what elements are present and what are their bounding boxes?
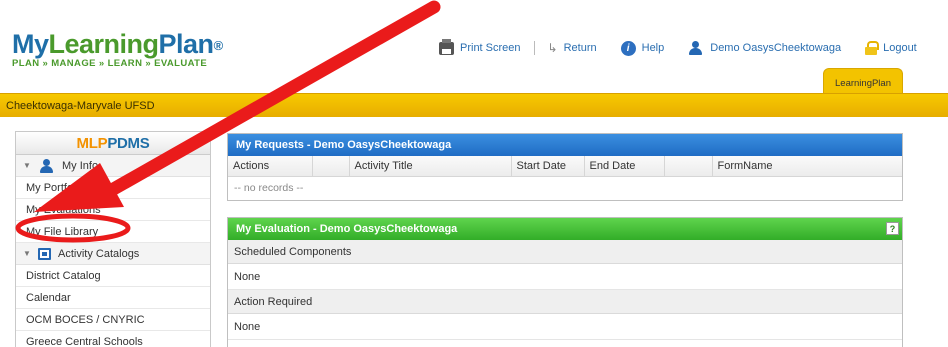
column-header[interactable] (664, 156, 713, 177)
user-name: Demo OasysCheektowaga (710, 42, 842, 54)
return-link[interactable]: ↳ Return (548, 42, 597, 54)
sidebar-section-activity-catalogs[interactable]: ▼ Activity Catalogs (16, 243, 210, 265)
panel-header: My Evaluation - Demo OasysCheektowaga ? (228, 218, 902, 240)
scheduled-components-header: Scheduled Components (228, 240, 902, 264)
organization-name: Cheektowaga-Maryvale UFSD (6, 99, 155, 112)
sidebar-item-my-portfolio[interactable]: My Portfolio (16, 177, 210, 199)
sidebar-brand-header: MLP PDMS (16, 132, 210, 155)
column-header[interactable]: FormName (712, 156, 902, 177)
sidebar: MLP PDMS ▼ My Info My Portfolio My Evalua… (15, 131, 211, 347)
table-row: -- no records -- (228, 176, 902, 200)
logo-tagline: PLAN » MANAGE » LEARN » EVALUATE (12, 58, 208, 69)
my-requests-panel: My Requests - Demo OasysCheektowaga Acti… (227, 133, 903, 201)
scheduled-components-value: None (228, 264, 902, 290)
column-header[interactable] (312, 156, 350, 177)
printer-icon (439, 38, 454, 55)
column-header[interactable]: End Date (584, 156, 665, 177)
logo-my: My (12, 29, 49, 59)
mylearningplan-logo[interactable]: MyLearningPlan® PLAN » MANAGE » LEARN » … (12, 30, 223, 69)
logo-registered: ® (213, 38, 224, 53)
sidebar-item-calendar[interactable]: Calendar (16, 287, 210, 309)
lock-icon (865, 41, 880, 55)
help-icon[interactable]: ? (886, 222, 899, 235)
my-evaluation-panel: My Evaluation - Demo OasysCheektowaga ? … (227, 217, 903, 347)
top-navigation: Print Screen ↳ Return i Help Demo OasysC… (439, 38, 917, 56)
requests-table: Actions Activity Title Start Date End Da… (228, 156, 902, 200)
panel-header: My Requests - Demo OasysCheektowaga (228, 134, 902, 156)
brand-pdms: PDMS (107, 134, 150, 152)
print-screen-label: Print Screen (460, 42, 521, 54)
logout-label: Logout (883, 42, 917, 54)
return-label: Return (563, 42, 597, 54)
print-screen-link[interactable]: Print Screen (439, 38, 521, 55)
organization-bar: Cheektowaga-Maryvale UFSD (0, 93, 948, 117)
sidebar-item-district-catalog[interactable]: District Catalog (16, 265, 210, 287)
tab-learningplan[interactable]: LearningPlan (823, 68, 903, 93)
chevron-down-icon: ▼ (23, 161, 31, 170)
section-label: My Info (62, 159, 99, 172)
help-link[interactable]: i Help (620, 40, 665, 56)
column-header[interactable]: Start Date (511, 156, 585, 177)
section-label: Activity Catalogs (58, 247, 140, 260)
brand-mlp: MLP (76, 134, 108, 152)
user-icon (38, 158, 55, 173)
panel-title: My Evaluation - Demo OasysCheektowaga (236, 223, 458, 235)
user-icon (687, 41, 704, 55)
action-required-value: None (228, 314, 902, 340)
logo-plan: Plan (158, 29, 215, 59)
action-required-header: Action Required (228, 290, 902, 314)
sidebar-item-ocm-boces[interactable]: OCM BOCES / CNYRIC (16, 309, 210, 331)
logo-learning: Learning (48, 29, 160, 59)
return-arrow-icon: ↳ (547, 41, 558, 55)
sidebar-section-my-info[interactable]: ▼ My Info (16, 155, 210, 177)
chevron-down-icon: ▼ (23, 249, 31, 258)
column-header[interactable]: Actions (228, 156, 313, 177)
sidebar-item-my-file-library[interactable]: My File Library (16, 221, 210, 243)
logout-link[interactable]: Logout (865, 41, 917, 55)
catalog-icon (38, 247, 51, 260)
sidebar-item-greece-central[interactable]: Greece Central Schools (16, 331, 210, 347)
sidebar-item-my-evaluations[interactable]: My Evaluations (16, 199, 210, 221)
column-header[interactable]: Activity Title (349, 156, 512, 177)
empty-records-text: -- no records -- (234, 182, 304, 195)
nav-divider (533, 41, 535, 55)
help-circle-icon: i (620, 40, 636, 56)
help-label: Help (641, 42, 665, 54)
app-header: MyLearningPlan® PLAN » MANAGE » LEARN » … (0, 0, 948, 93)
panel-title: My Requests - Demo OasysCheektowaga (236, 139, 452, 151)
user-profile-link[interactable]: Demo OasysCheektowaga (687, 41, 841, 55)
